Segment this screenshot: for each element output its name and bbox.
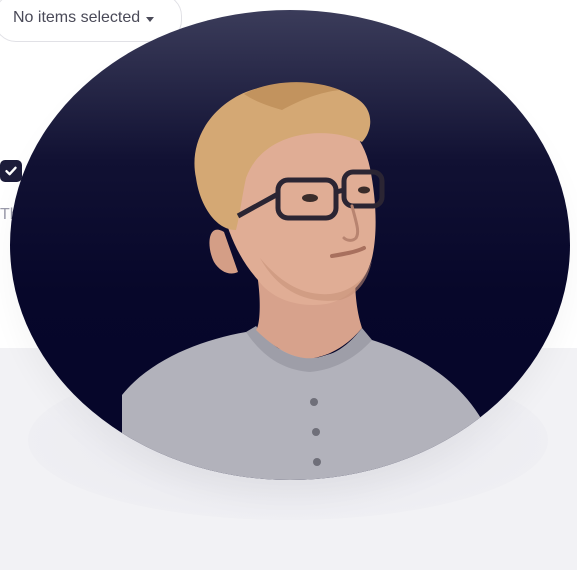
items-dropdown[interactable]: No items selected xyxy=(0,0,182,42)
avatar xyxy=(10,10,570,480)
dropdown-label: No items selected xyxy=(13,9,141,26)
page: No items selected Th xyxy=(0,0,577,570)
check-icon xyxy=(5,166,17,176)
portrait-illustration xyxy=(122,82,490,480)
chevron-down-icon xyxy=(146,16,155,22)
row-checkbox[interactable] xyxy=(0,160,22,182)
